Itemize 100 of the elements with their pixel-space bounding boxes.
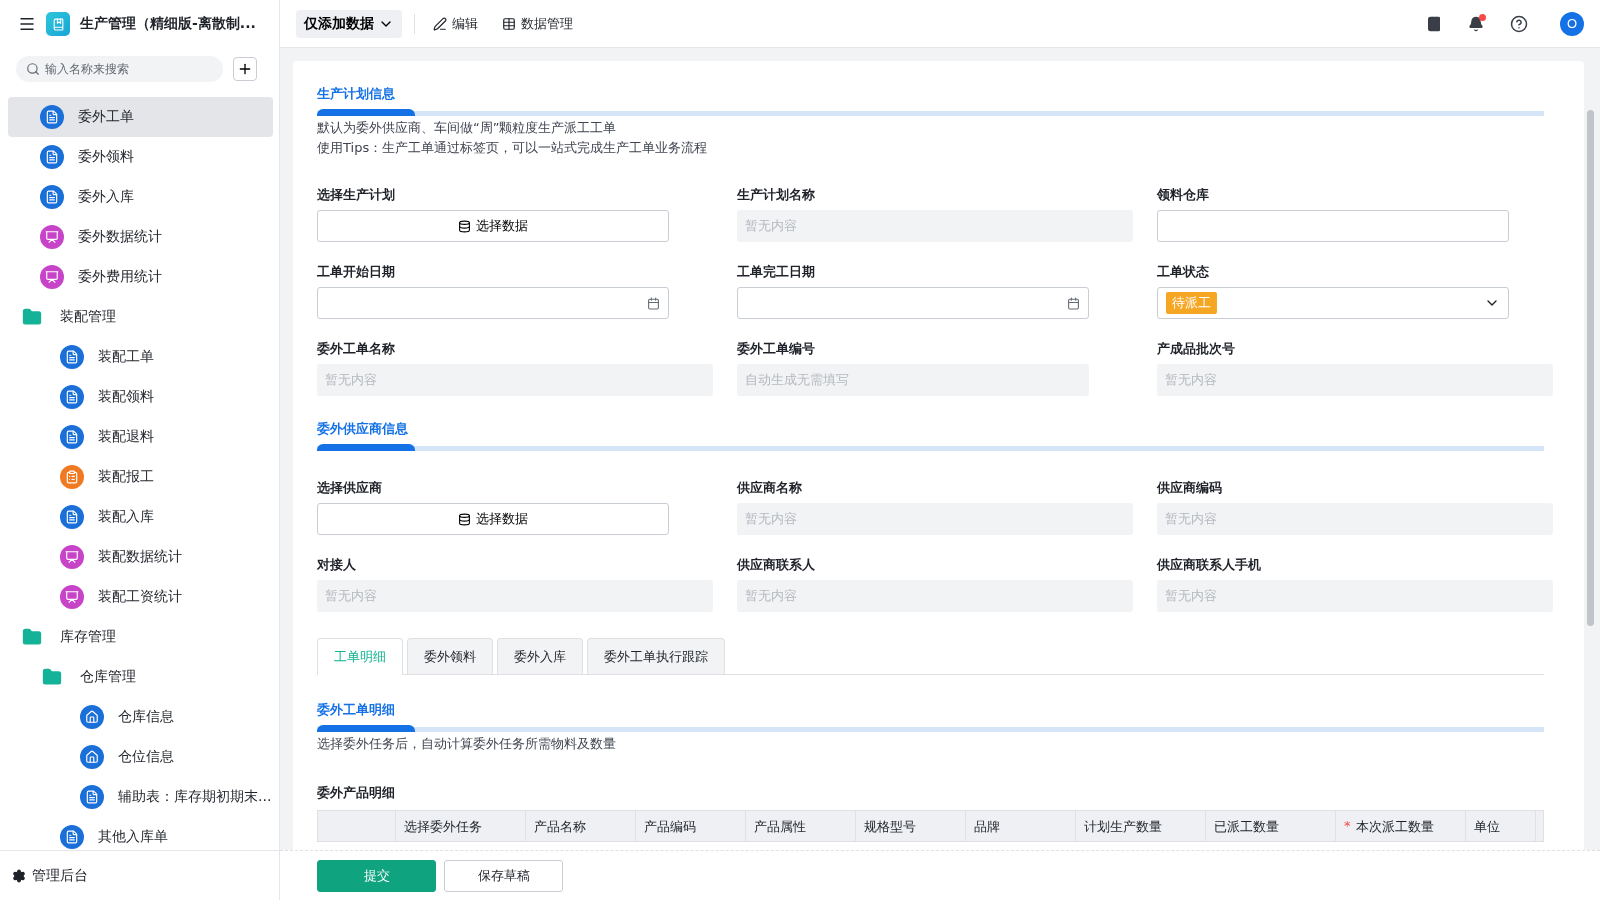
select-data-button[interactable]: 选择数据: [317, 503, 669, 535]
section-note: 默认为委外供应商、车间做“周”颗粒度生产派工工单: [317, 119, 618, 137]
input-field[interactable]: [1157, 210, 1509, 242]
readonly-field: 暂无内容: [737, 580, 1133, 612]
sidebar-item[interactable]: 装配工单: [8, 337, 273, 377]
calendar-icon: [1067, 296, 1080, 310]
date-field[interactable]: [737, 287, 1089, 319]
document-icon: [40, 105, 64, 129]
help-icon[interactable]: [1510, 14, 1528, 33]
field-label: 工单状态: [1157, 263, 1210, 281]
readonly-field: 暂无内容: [317, 580, 713, 612]
column-label: 选择委外任务: [404, 818, 482, 836]
field-label: 领料仓库: [1157, 186, 1210, 204]
data-manage-button[interactable]: 数据管理: [496, 14, 579, 33]
folder-icon: [42, 667, 62, 687]
sidebar-item[interactable]: 委外工单: [8, 97, 273, 137]
document-icon: [80, 785, 104, 809]
bell-icon[interactable]: [1468, 15, 1484, 32]
sidebar-folder[interactable]: 库存管理: [8, 617, 273, 657]
calendar-icon: [647, 296, 660, 310]
document-icon: [60, 385, 84, 409]
home-icon: [80, 745, 104, 769]
table-title: 委外产品明细: [317, 784, 396, 802]
chart-icon: [60, 545, 84, 569]
sidebar-item[interactable]: 委外费用统计: [8, 257, 273, 297]
date-field[interactable]: [317, 287, 669, 319]
column-label: 规格型号: [864, 818, 916, 836]
field-label: 工单开始日期: [317, 263, 396, 281]
user-avatar[interactable]: O: [1560, 11, 1584, 36]
field-label: 生产计划名称: [737, 186, 816, 204]
column-label: 品牌: [974, 818, 1000, 836]
status-tag: 待派工: [1166, 292, 1217, 314]
section-title: 生产计划信息: [317, 85, 396, 103]
field-label: 供应商联系人: [737, 556, 816, 574]
document-icon: [60, 425, 84, 449]
database-icon: [458, 512, 471, 526]
sidebar-item[interactable]: 仓位信息: [8, 737, 273, 777]
column-label: 已派工数量: [1214, 818, 1279, 836]
clipboard-icon: [60, 465, 84, 489]
field-label: 供应商编码: [1157, 479, 1223, 497]
column-label: 单位: [1474, 818, 1500, 836]
chart-icon: [40, 265, 64, 289]
table-icon: [502, 16, 516, 31]
tab[interactable]: 委外工单执行跟踪: [587, 638, 725, 674]
sidebar-item[interactable]: 仓库信息: [8, 697, 273, 737]
column-label: 本次派工数量: [1355, 818, 1434, 836]
sidebar-item[interactable]: 委外入库: [8, 177, 273, 217]
column-label: 产品属性: [754, 818, 806, 836]
scrollbar[interactable]: [1587, 110, 1594, 626]
column-label: 计划生产数量: [1084, 818, 1162, 836]
field-label: 委外工单编号: [737, 340, 816, 358]
readonly-field: 暂无内容: [317, 364, 713, 396]
plus-icon: [237, 61, 253, 77]
sidebar-item[interactable]: 委外领料: [8, 137, 273, 177]
sidebar-item[interactable]: 装配退料: [8, 417, 273, 457]
sidebar-item[interactable]: 装配报工: [8, 457, 273, 497]
search-icon: [26, 62, 40, 76]
document-icon: [60, 825, 84, 849]
app-title: 生产管理（精细版-离散制...: [80, 15, 256, 33]
edit-button[interactable]: 编辑: [427, 14, 484, 33]
field-label: 选择供应商: [317, 479, 383, 497]
section-note: 使用Tips：生产工单通过标签页，可以一站式完成生产工单业务流程: [317, 139, 709, 157]
section-title: 委外供应商信息: [317, 420, 409, 438]
field-label: 委外工单名称: [317, 340, 396, 358]
field-label: 供应商联系人手机: [1157, 556, 1262, 574]
document-icon: [40, 185, 64, 209]
readonly-field: 暂无内容: [737, 503, 1133, 535]
required-mark: *: [1344, 818, 1351, 833]
mode-dropdown[interactable]: 仅添加数据: [296, 9, 402, 38]
folder-icon: [22, 307, 42, 327]
database-icon: [458, 219, 471, 233]
sidebar-item[interactable]: 装配入库: [8, 497, 273, 537]
field-label: 供应商名称: [737, 479, 803, 497]
sidebar-item[interactable]: 装配工资统计: [8, 577, 273, 617]
field-label: 工单完工日期: [737, 263, 816, 281]
sidebar-item[interactable]: 装配数据统计: [8, 537, 273, 577]
document-icon: [60, 345, 84, 369]
sidebar-item[interactable]: 其他入库单: [8, 817, 273, 850]
sidebar-folder[interactable]: 装配管理: [8, 297, 273, 337]
readonly-field: 暂无内容: [1157, 503, 1553, 535]
sidebar-folder[interactable]: 仓库管理: [8, 657, 273, 697]
readonly-field: 暂无内容: [1157, 364, 1553, 396]
add-button[interactable]: [233, 57, 257, 81]
sidebar-item[interactable]: 委外数据统计: [8, 217, 273, 257]
select-data-button[interactable]: 选择数据: [317, 210, 669, 242]
tab[interactable]: 委外入库: [497, 638, 583, 674]
folder-icon: [22, 627, 42, 647]
field-label: 产成品批次号: [1157, 340, 1236, 358]
field-label: 对接人: [317, 556, 357, 574]
save-draft-button[interactable]: 保存草稿: [444, 859, 563, 892]
readonly-field: 暂无内容: [1157, 580, 1553, 612]
sidebar-item[interactable]: 装配领料: [8, 377, 273, 417]
pen-icon: [433, 16, 447, 31]
section-note: 选择委外任务后，自动计算委外任务所需物料及数量: [317, 735, 617, 753]
sidebar-item[interactable]: 辅助表：库存期初期末...: [8, 777, 273, 817]
admin-link[interactable]: 管理后台: [12, 866, 88, 885]
menu-icon[interactable]: [18, 15, 36, 33]
tab[interactable]: 委外领料: [407, 638, 493, 674]
search-field[interactable]: 输入名称来搜索: [16, 56, 223, 82]
notebook-icon[interactable]: [1426, 15, 1442, 32]
